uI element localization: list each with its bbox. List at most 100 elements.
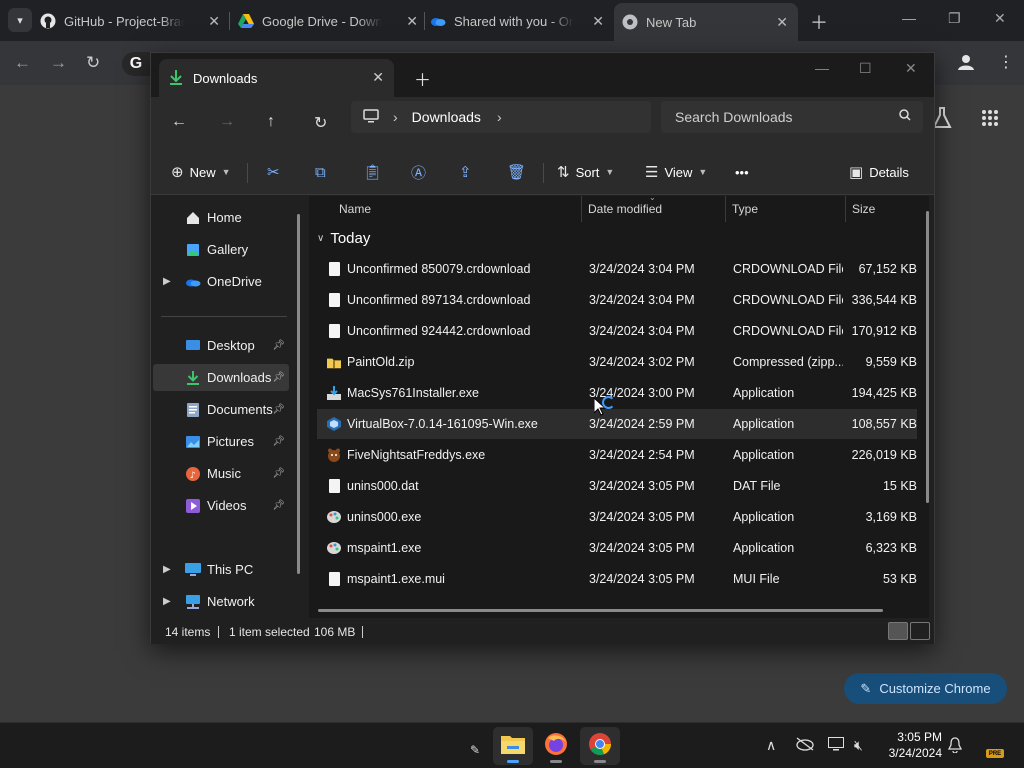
back-arrow-icon[interactable]: ← [14, 53, 31, 73]
file-row-selected[interactable]: VirtualBox-7.0.14-161095-Win.exe 3/24/20… [317, 409, 917, 439]
nav-item-documents[interactable]: Documents 📌︎ [153, 396, 289, 423]
forward-arrow-icon[interactable]: → [219, 113, 235, 131]
pin-icon[interactable]: 📌︎ [272, 500, 285, 511]
nav-item-gallery[interactable]: Gallery [153, 236, 289, 263]
more-options-button[interactable]: ••• [735, 159, 749, 185]
pin-icon[interactable]: 📌︎ [272, 372, 285, 383]
pen-icon[interactable]: ✎ [470, 743, 480, 757]
nav-item-home[interactable]: Home [153, 204, 289, 231]
column-divider[interactable] [581, 196, 582, 222]
chrome-tab-new-tab[interactable]: New Tab ✕ [614, 3, 798, 41]
explorer-tab-downloads[interactable]: Downloads ✕ [159, 59, 394, 97]
tiles-view-toggle[interactable] [910, 622, 930, 640]
taskbar-chrome[interactable] [580, 727, 620, 765]
file-row[interactable]: unins000.exe 3/24/2024 3:05 PM Applicati… [317, 502, 917, 532]
column-header-name[interactable]: Name [339, 196, 371, 222]
more-vert-icon[interactable]: ⋮ [998, 52, 1014, 72]
breadcrumb-downloads[interactable]: Downloads [412, 109, 481, 125]
paste-button[interactable]: 📋︎ [363, 159, 382, 185]
file-row[interactable]: FiveNightsatFreddys.exe 3/24/2024 2:54 P… [317, 440, 917, 470]
system-clock[interactable]: 3:05 PM 3/24/2024 [878, 729, 942, 761]
share-button[interactable]: ⇪ [459, 159, 472, 185]
delete-button[interactable]: 🗑︎ [507, 159, 526, 185]
pin-icon[interactable]: 📌︎ [272, 340, 285, 351]
cloud-off-icon[interactable] [796, 737, 814, 754]
chrome-tab-google-drive[interactable]: Google Drive - Downlo ✕ [238, 6, 422, 36]
restore-icon[interactable]: ❐ [948, 10, 961, 27]
file-row[interactable]: mspaint1.exe 3/24/2024 3:05 PM Applicati… [317, 533, 917, 563]
profile-icon[interactable] [957, 53, 975, 76]
file-row[interactable]: Unconfirmed 924442.crdownload 3/24/2024 … [317, 316, 917, 346]
back-arrow-icon[interactable]: ← [171, 113, 187, 131]
new-button[interactable]: ⊕ New ▼ [171, 159, 231, 185]
nav-item-music[interactable]: ♪ Music 📌︎ [153, 460, 289, 487]
refresh-icon[interactable]: ↻ [314, 113, 327, 133]
labs-flask-icon[interactable] [932, 107, 952, 134]
nav-item-downloads[interactable]: Downloads 📌︎ [153, 364, 289, 391]
pin-icon[interactable]: 📌︎ [272, 468, 285, 479]
close-icon[interactable]: ✕ [592, 13, 604, 30]
chevron-up-icon[interactable]: ∧ [766, 737, 776, 754]
display-icon[interactable] [828, 737, 844, 754]
chrome-tab-onedrive[interactable]: Shared with you - One ✕ [430, 6, 608, 36]
file-row[interactable]: Unconfirmed 850079.crdownload 3/24/2024 … [317, 254, 917, 284]
rename-button[interactable]: Ⓐ [411, 159, 426, 185]
up-arrow-icon[interactable]: ↑ [267, 113, 275, 131]
taskbar-firefox[interactable] [536, 727, 576, 765]
view-button[interactable]: ☰ View ▼ [645, 159, 707, 185]
file-row[interactable]: PaintOld.zip 3/24/2024 3:02 PM Compresse… [317, 347, 917, 377]
taskbar-file-explorer[interactable] [493, 727, 533, 765]
column-header-date[interactable]: Date modified [588, 196, 662, 222]
reload-icon[interactable]: ↻ [86, 53, 100, 73]
pin-icon[interactable]: 📌︎ [272, 404, 285, 415]
nav-item-onedrive[interactable]: ▶ OneDrive [153, 268, 289, 295]
pin-icon[interactable]: 📌︎ [272, 436, 285, 447]
column-header-size[interactable]: Size [852, 196, 875, 222]
address-bar[interactable]: › Downloads › [351, 101, 651, 133]
file-row[interactable]: unins000.dat 3/24/2024 3:05 PM DAT File … [317, 471, 917, 501]
column-divider[interactable] [725, 196, 726, 222]
horizontal-scrollbar[interactable] [318, 609, 883, 612]
details-pane-button[interactable]: ▣ Details [849, 159, 909, 185]
column-divider[interactable] [845, 196, 846, 222]
cut-button[interactable]: ✂ [267, 159, 280, 185]
volume-muted-icon[interactable]: 🔇︎ [854, 737, 863, 754]
maximize-icon[interactable]: ☐ [859, 60, 872, 77]
file-row[interactable]: MacSys761Installer.exe 3/24/2024 3:00 PM… [317, 378, 917, 408]
minimize-icon[interactable]: — [902, 10, 916, 26]
nav-item-network[interactable]: ▶ Network [153, 588, 289, 615]
close-icon[interactable]: ✕ [372, 69, 384, 86]
notification-bell-icon[interactable] [947, 737, 963, 756]
column-header-type[interactable]: Type [732, 196, 758, 222]
apps-grid-icon[interactable] [981, 109, 999, 132]
chevron-right-icon[interactable]: ▶ [163, 564, 171, 575]
chevron-right-icon[interactable]: › [497, 109, 502, 125]
close-icon[interactable]: ✕ [208, 13, 220, 30]
close-window-icon[interactable]: ✕ [905, 60, 917, 77]
vertical-scrollbar[interactable] [926, 211, 929, 503]
close-window-icon[interactable]: ✕ [994, 10, 1006, 27]
forward-arrow-icon[interactable]: → [50, 53, 67, 73]
chevron-right-icon[interactable]: ▶ [163, 596, 171, 607]
sort-button[interactable]: ⇅ Sort ▼ [557, 159, 614, 185]
customize-chrome-button[interactable]: ✎ Customize Chrome [844, 673, 1007, 704]
nav-scrollbar[interactable] [297, 214, 300, 574]
new-tab-button[interactable]: ＋ [414, 66, 431, 91]
file-row[interactable]: mspaint1.exe.mui 3/24/2024 3:05 PM MUI F… [317, 564, 917, 594]
tab-search-button[interactable]: ▾ [8, 8, 32, 32]
close-icon[interactable]: ✕ [776, 14, 788, 31]
nav-item-videos[interactable]: Videos 📌︎ [153, 492, 289, 519]
group-header-today[interactable]: ∨ Today [317, 230, 370, 247]
nav-item-pictures[interactable]: Pictures 📌︎ [153, 428, 289, 455]
minimize-icon[interactable]: — [815, 60, 829, 76]
copy-button[interactable]: ⧉ [315, 159, 326, 185]
details-view-toggle[interactable] [888, 622, 908, 640]
nav-item-this-pc[interactable]: ▶ This PC [153, 556, 289, 583]
new-tab-button[interactable]: ＋ [810, 9, 828, 35]
search-input[interactable]: Search Downloads [661, 101, 923, 133]
chevron-right-icon[interactable]: ▶ [163, 276, 171, 287]
nav-item-desktop[interactable]: Desktop 📌︎ [153, 332, 289, 359]
chrome-tab-github[interactable]: GitHub - Project-Brade ✕ [40, 6, 224, 36]
close-icon[interactable]: ✕ [406, 13, 418, 30]
file-row[interactable]: Unconfirmed 897134.crdownload 3/24/2024 … [317, 285, 917, 315]
